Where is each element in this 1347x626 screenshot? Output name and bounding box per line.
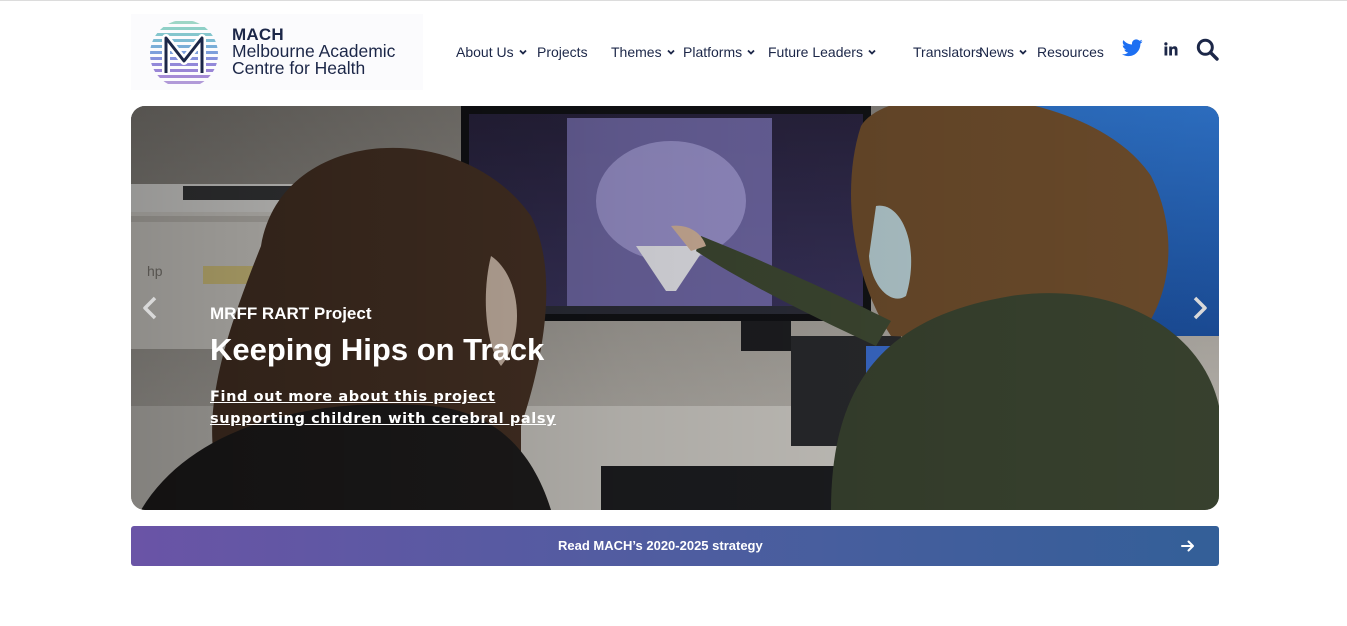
slide-link[interactable]: Find out more about this project support… xyxy=(210,386,590,430)
strategy-banner-label: Read MACH’s 2020-2025 strategy xyxy=(558,538,763,553)
twitter-link[interactable] xyxy=(1121,39,1143,62)
carousel-next-button[interactable] xyxy=(1187,296,1211,320)
nav-item-translators[interactable]: Translators xyxy=(913,41,983,63)
chevron-left-icon xyxy=(143,296,157,320)
nav-item-label: Themes xyxy=(611,44,662,60)
linkedin-link[interactable] xyxy=(1164,42,1178,61)
chevron-right-icon xyxy=(1193,296,1207,320)
nav-item-label: News xyxy=(979,44,1015,60)
nav-item-resources[interactable]: Resources xyxy=(1037,41,1104,63)
nav-item-label: Projects xyxy=(537,44,588,60)
chevron-down-icon xyxy=(1018,47,1028,57)
nav-item-label: Resources xyxy=(1037,44,1104,60)
nav-item-about-us[interactable]: About Us xyxy=(456,41,528,63)
site-header: MACH Melbourne Academic Centre for Healt… xyxy=(131,14,1219,90)
logo-wordmark: MACH Melbourne Academic Centre for Healt… xyxy=(232,26,395,77)
logo-line2: Centre for Health xyxy=(232,58,366,78)
strategy-banner-button[interactable]: Read MACH’s 2020-2025 strategy xyxy=(131,526,1219,566)
search-icon xyxy=(1196,38,1219,61)
search-button[interactable] xyxy=(1196,38,1219,66)
linkedin-icon xyxy=(1164,42,1178,56)
mach-logo-icon xyxy=(150,21,218,84)
nav-item-themes[interactable]: Themes xyxy=(611,41,676,63)
nav-item-news[interactable]: News xyxy=(979,41,1028,63)
hero-carousel: hp MRFF RART Project Keeping Hips on Tra… xyxy=(131,106,1219,510)
arrow-right-icon xyxy=(1181,540,1194,552)
nav-item-label: Translators xyxy=(913,44,983,60)
chevron-down-icon xyxy=(518,47,528,57)
nav-item-platforms[interactable]: Platforms xyxy=(683,41,756,63)
nav-item-projects[interactable]: Projects xyxy=(537,41,588,63)
site-logo[interactable]: MACH Melbourne Academic Centre for Healt… xyxy=(131,14,423,90)
nav-item-future-leaders[interactable]: Future Leaders xyxy=(768,41,877,63)
chevron-down-icon xyxy=(867,47,877,57)
carousel-prev-button[interactable] xyxy=(139,296,163,320)
nav-item-label: About Us xyxy=(456,44,514,60)
slide-kicker: MRFF RART Project xyxy=(210,304,372,323)
twitter-icon xyxy=(1121,39,1143,57)
chevron-down-icon xyxy=(746,47,756,57)
nav-item-label: Future Leaders xyxy=(768,44,863,60)
slide-title: Keeping Hips on Track xyxy=(210,332,545,367)
nav-item-label: Platforms xyxy=(683,44,743,60)
top-divider xyxy=(0,0,1347,1)
chevron-down-icon xyxy=(666,47,676,57)
